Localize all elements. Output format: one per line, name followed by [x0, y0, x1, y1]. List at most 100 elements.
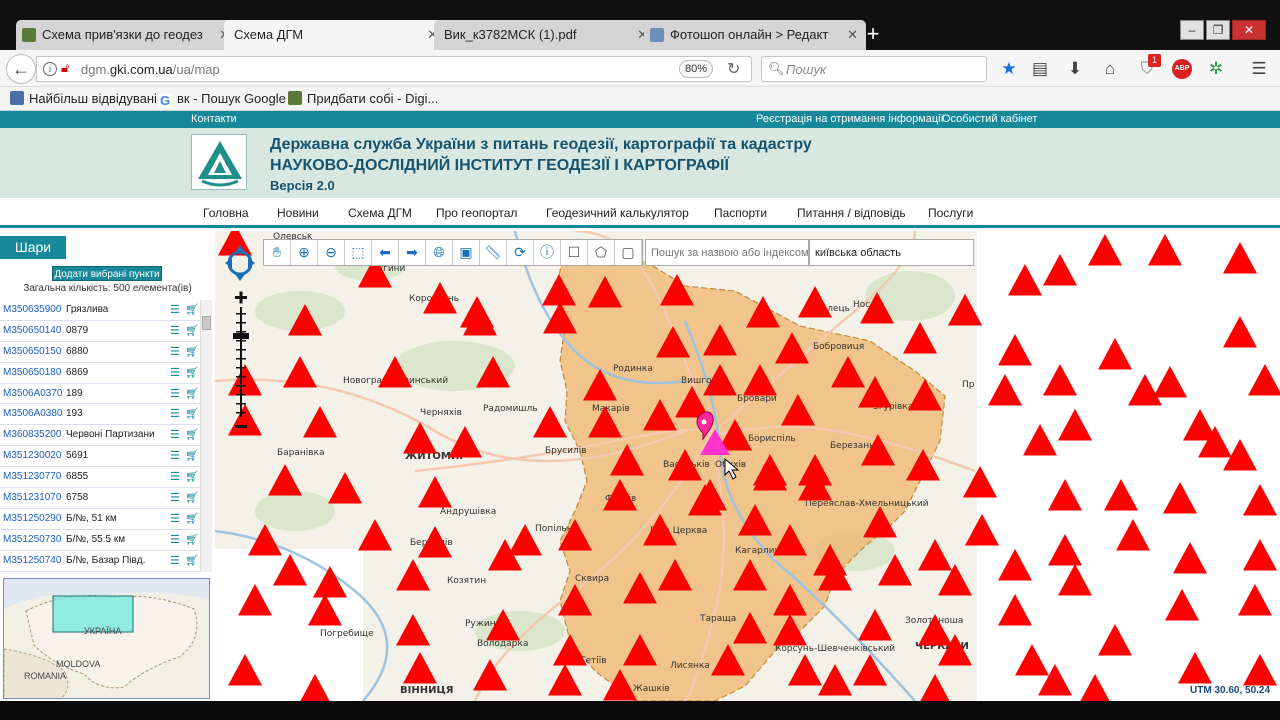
map-canvas[interactable]: ОлевськЛугиниКоростеньКозелецьБобровицяН… [215, 231, 1280, 701]
layers-button[interactable]: Шари [0, 236, 66, 259]
list-details-icon[interactable]: ☰ [170, 551, 180, 571]
cart-icon[interactable]: 🛒︎ [185, 321, 199, 341]
list-item[interactable]: M360835200 Червоні Партизани ☰ 🛒︎ [0, 425, 200, 447]
list-item[interactable]: M351250730 Б/№, 55.5 км ☰ 🛒︎ [0, 530, 200, 551]
add-selected-points-button[interactable]: Додати вибрані пункти [52, 266, 162, 281]
window-close-icon[interactable]: ✕ [1232, 20, 1266, 40]
menu-hamburger-icon[interactable]: ☰ [1248, 58, 1270, 80]
adblock-icon[interactable]: ABP [1172, 59, 1192, 79]
list-item[interactable]: M350650150 6880 ☰ 🛒︎ [0, 342, 200, 363]
zoom-level-tick[interactable] [236, 349, 246, 351]
list-details-icon[interactable]: ☰ [170, 363, 180, 383]
tab-close-icon[interactable]: ✕ [847, 20, 858, 50]
zoom-level-badge[interactable]: 80% [679, 60, 714, 78]
contacts-link[interactable]: Контакти [191, 113, 237, 125]
cart-icon[interactable]: 🛒︎ [185, 404, 199, 424]
zoom-level-tick[interactable] [236, 403, 246, 405]
zoom-level-tick[interactable] [236, 340, 246, 342]
point-code-link[interactable]: M350650140 [3, 321, 61, 341]
list-item[interactable]: M351250290 Б/№, 51 км ☰ 🛒︎ [0, 509, 200, 530]
zoom-level-tick[interactable] [236, 394, 246, 396]
point-code-link[interactable]: M351231070 [3, 488, 61, 508]
zoom-box-icon[interactable]: ⬚ [345, 240, 372, 265]
point-code-link[interactable]: M351250730 [3, 530, 61, 550]
list-details-icon[interactable]: ☰ [170, 446, 180, 466]
select-area-icon[interactable]: ▣ [453, 240, 480, 265]
bookmark-star-icon[interactable]: ★ [998, 58, 1020, 80]
menu-news[interactable]: Новини [277, 206, 319, 220]
list-details-icon[interactable]: ☰ [170, 425, 180, 445]
overview-minimap[interactable]: УКРАЇНА MOLDOVA ROMANIA [3, 578, 210, 699]
zoom-level-tick[interactable] [236, 412, 246, 414]
back-arrow-icon[interactable]: ← [6, 54, 36, 84]
list-item[interactable]: M3506A0380 193 ☰ 🛒︎ [0, 404, 200, 426]
list-item[interactable]: M351231070 6758 ☰ 🛒︎ [0, 488, 200, 509]
pan-arrows-icon[interactable] [225, 245, 255, 281]
zoom-in-icon[interactable] [235, 291, 247, 304]
point-code-link[interactable]: M351250740 [3, 551, 61, 571]
bookmark-google[interactable]: Gвк - Пошук Google [158, 91, 286, 108]
zoom-slider-handle[interactable] [233, 333, 249, 339]
zoom-level-tick[interactable] [236, 376, 246, 378]
cart-icon[interactable]: 🛒︎ [185, 509, 199, 529]
menu-faq[interactable]: Питання / відповідь [797, 206, 906, 220]
previous-extent-icon[interactable]: ⬅ [372, 240, 399, 265]
refresh-icon[interactable]: ⟳ [507, 240, 534, 265]
institute-logo[interactable] [191, 134, 247, 190]
point-code-link[interactable]: M350650180 [3, 363, 61, 383]
cart-icon[interactable]: 🛒︎ [185, 342, 199, 362]
menu-about-geoportal[interactable]: Про геопортал [436, 206, 517, 220]
list-item[interactable]: M350650180 6869 ☰ 🛒︎ [0, 363, 200, 384]
reload-icon[interactable]: ↻ [727, 59, 740, 79]
cart-icon[interactable]: 🛒︎ [185, 488, 199, 508]
point-code-link[interactable]: M351230020 [3, 446, 61, 466]
scrollbar-thumb[interactable] [202, 316, 211, 330]
zoom-out-icon[interactable] [235, 425, 247, 428]
address-bar[interactable]: i 🔓︎ dgm.gki.com.ua/ua/map 80% ↻ [36, 56, 752, 82]
menu-geodetic-calculator[interactable]: Геодезичний калькулятор [546, 206, 689, 220]
list-item[interactable]: M3506A0370 189 ☰ 🛒︎ [0, 384, 200, 405]
info-tool-icon[interactable]: ⓘ [534, 240, 561, 265]
point-code-link[interactable]: M3506A0380 [3, 404, 63, 424]
polygon-select-icon[interactable]: ⬠ [588, 240, 615, 265]
menu-services[interactable]: Послуги [928, 206, 973, 220]
home-icon[interactable]: ⌂ [1099, 58, 1121, 80]
rectangle-select-icon[interactable]: ☐ [561, 240, 588, 265]
info-icon[interactable]: i [43, 62, 57, 76]
cart-icon[interactable]: 🛒︎ [185, 384, 199, 404]
download-icon[interactable]: ⬇ [1064, 58, 1086, 80]
cart-icon[interactable]: 🛒︎ [185, 425, 199, 445]
restore-icon[interactable]: ❐ [1206, 20, 1230, 40]
menu-home[interactable]: Головна [203, 206, 249, 220]
reading-list-icon[interactable]: ▤ [1029, 58, 1051, 80]
cart-icon[interactable]: 🛒︎ [185, 300, 199, 320]
map-svg[interactable]: ОлевськЛугиниКоростеньКозелецьБобровицяН… [215, 231, 1280, 701]
list-details-icon[interactable]: ☰ [170, 321, 180, 341]
list-item[interactable]: M351230770 6855 ☰ 🛒︎ [0, 467, 200, 489]
list-details-icon[interactable]: ☰ [170, 509, 180, 529]
list-item[interactable]: M351250740 Б/№, Базар Півд. ☰ 🛒︎ [0, 551, 200, 572]
tab-survey-scheme[interactable]: Схема прив'язки до геодез ✕ [16, 20, 238, 50]
minimize-icon[interactable]: – [1180, 20, 1204, 40]
cart-icon[interactable]: 🛒︎ [185, 551, 199, 571]
zoom-level-tick[interactable] [236, 358, 246, 360]
bookmark-digi[interactable]: Придбати собі - Digi... [288, 91, 438, 106]
bookmark-most-visited[interactable]: Найбільш відвідувані [10, 91, 157, 106]
points-list-scrollbar[interactable] [200, 300, 212, 572]
full-extent-globe-icon[interactable]: 🌐︎ [426, 240, 453, 265]
point-code-link[interactable]: M351250290 [3, 509, 61, 529]
new-tab-plus-icon[interactable]: + [860, 20, 886, 48]
list-details-icon[interactable]: ☰ [170, 488, 180, 508]
extension-icon[interactable]: ✲ [1205, 58, 1227, 80]
list-details-icon[interactable]: ☰ [170, 530, 180, 550]
zoom-level-tick[interactable] [236, 313, 246, 315]
insecure-lock-icon[interactable]: 🔓︎ [61, 60, 69, 76]
cart-icon[interactable]: 🛒︎ [185, 467, 199, 487]
browser-search-input[interactable]: 🔍︎ Пошук [761, 56, 987, 82]
point-code-link[interactable]: M360835200 [3, 425, 61, 445]
pan-hand-icon[interactable]: ✋︎ [264, 240, 291, 265]
cabinet-link[interactable]: Особистий кабінет [942, 113, 1037, 125]
zoom-level-tick[interactable] [236, 385, 246, 387]
list-details-icon[interactable]: ☰ [170, 404, 180, 424]
list-item[interactable]: M351230020 5691 ☰ 🛒︎ [0, 446, 200, 468]
